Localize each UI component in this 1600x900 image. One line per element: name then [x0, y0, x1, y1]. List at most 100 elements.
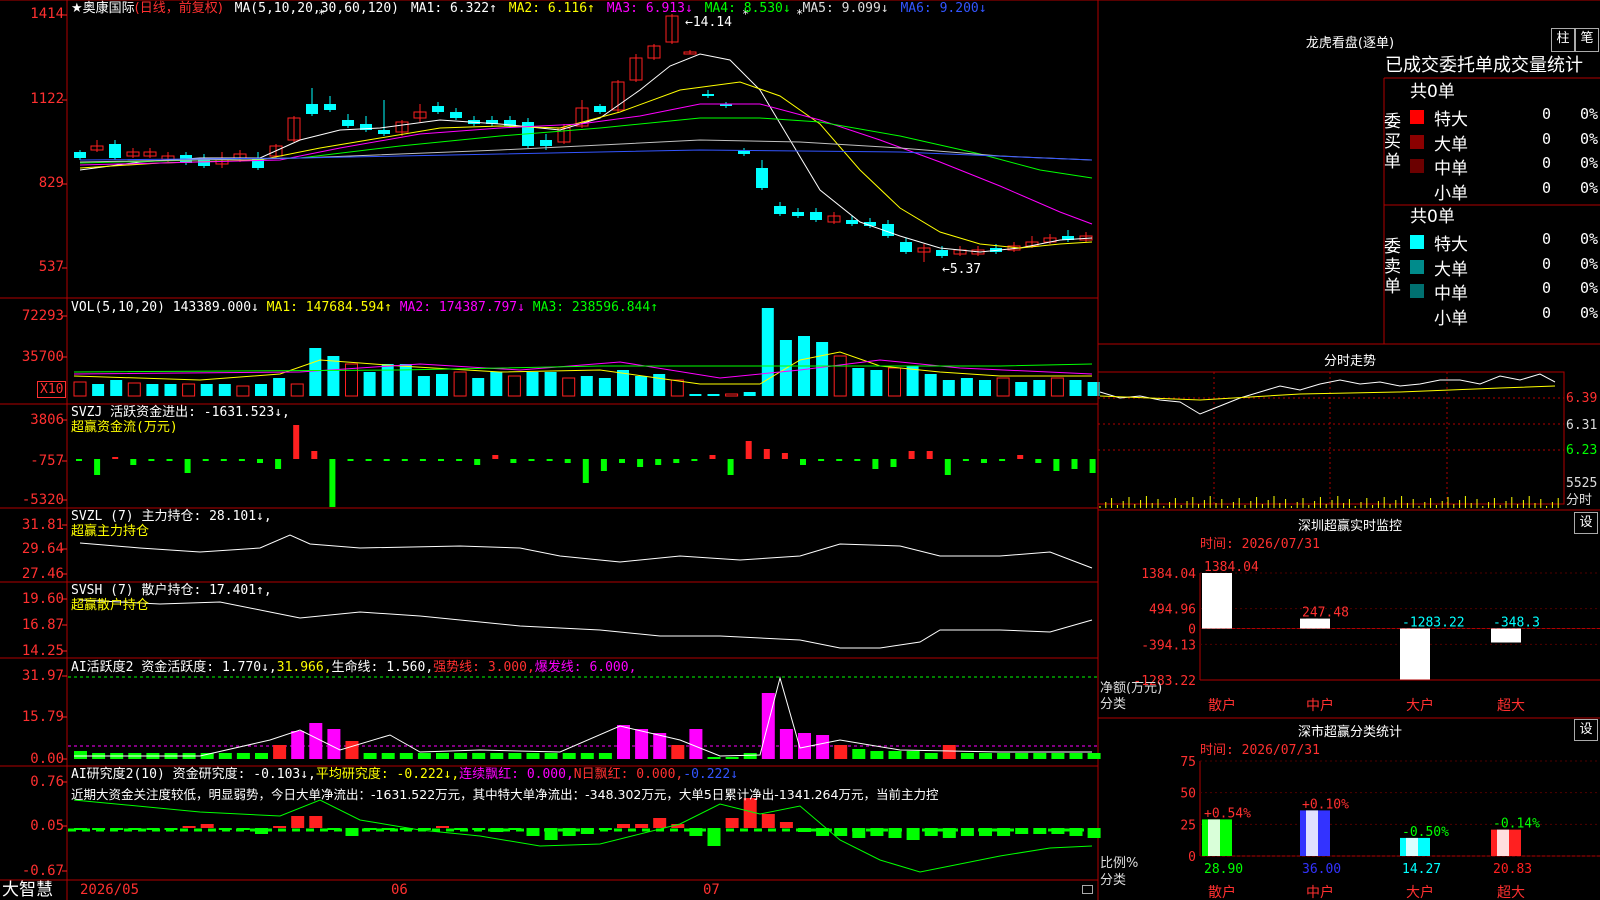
monitor-settings-button[interactable]: 设: [1574, 512, 1598, 534]
kline-chart-area[interactable]: * * *1384.04494.960-394.13-1283.221384.04散…: [0, 0, 1600, 900]
svzl-axis-label: 31.81: [21, 517, 64, 533]
candle-body: [792, 212, 804, 216]
volume-bar: [507, 375, 521, 397]
svsh-axis-label: 19.60: [21, 591, 64, 607]
category-label: 中户: [1306, 884, 1334, 900]
buy-order-color-swatch: [1410, 159, 1424, 173]
capital-flow-bar: [1017, 455, 1024, 459]
research-bar: [200, 824, 214, 828]
classify-x-title: 分类: [1100, 873, 1127, 888]
volume-bar: [1069, 380, 1082, 396]
stock-name[interactable]: ★奥康国际: [71, 1, 135, 16]
research-bar: [490, 828, 504, 832]
ai-activity-secondary: 31.966,: [276, 660, 332, 675]
activity-bar: [743, 753, 757, 759]
activity-bar: [979, 753, 992, 759]
capital-flow-bar: [800, 459, 806, 465]
activity-bar: [779, 729, 793, 759]
price-axis-label: 829: [38, 175, 64, 191]
buy-order-percent: 0%: [1580, 129, 1599, 148]
capital-flow-bar: [709, 455, 716, 459]
capital-flow-bar: [275, 459, 282, 469]
lock-icon[interactable]: [1082, 885, 1093, 894]
category-value-label: -1283.22: [1402, 616, 1465, 631]
capital-flow-bar: [238, 459, 245, 461]
buy-side-label: 委买单: [1384, 112, 1401, 172]
capital-flow-bar: [383, 459, 390, 461]
capital-flow-bar: [818, 459, 825, 461]
research-bar: [653, 818, 667, 828]
research-bar: [544, 828, 558, 840]
price-axis-label: 1414: [30, 6, 64, 22]
volume-bar: [309, 348, 322, 396]
capital-flow-bar: [546, 459, 553, 461]
research-bar: [436, 826, 449, 828]
chart-tick-label: 0: [1188, 623, 1196, 638]
sell-order-count: 0: [1542, 303, 1552, 322]
activity-bar: [834, 745, 848, 759]
volume-bar: [580, 376, 593, 396]
svsh-axis-label: 16.87: [21, 617, 64, 633]
ma1-line: [79, 53, 1093, 253]
activity-bar: [671, 745, 685, 759]
chart-tick-label: -394.13: [1141, 638, 1196, 653]
category-change-label: -0.14%: [1493, 817, 1540, 832]
activity-bar: [74, 751, 87, 759]
research-bar: [454, 828, 468, 830]
research-bar: [924, 828, 938, 836]
ma4-line: [79, 117, 1093, 179]
sell-order-percent: 0%: [1580, 230, 1599, 248]
activity-bar: [1051, 753, 1065, 759]
capital-flow-bar: [745, 441, 752, 459]
research-bar: [309, 816, 323, 828]
activity-bar: [653, 733, 667, 759]
vol-ma3: MA3: 238596.844↑: [532, 300, 659, 315]
category-value-label: 247.48: [1302, 606, 1349, 621]
lhb-tab-header[interactable]: 已成交委托单成交量统计: [1385, 56, 1583, 76]
volume-bar: [598, 378, 611, 396]
capital-flow-bar: [401, 459, 408, 461]
volume-bar: [996, 377, 1010, 397]
capital-flow-bar: [890, 459, 897, 467]
volume-bar: [399, 364, 412, 396]
date-axis-label: 07: [703, 882, 720, 898]
chart-mode[interactable]: (日线，前复权): [135, 1, 223, 16]
volume-bar: [73, 381, 87, 397]
volume-bar: [743, 392, 756, 396]
sell-order-percent: 0%: [1580, 303, 1599, 322]
activity-bar: [888, 751, 902, 759]
capital-flow-bar: [1089, 459, 1096, 473]
main-holding-line: [79, 534, 1093, 569]
category-bar-highlight: [1306, 810, 1318, 856]
volume-bar: [1033, 380, 1046, 396]
research-bar: [852, 828, 866, 838]
buy-order-count: 0: [1542, 154, 1552, 172]
price-axis-label: 537: [38, 259, 64, 275]
activity-bar: [436, 753, 449, 759]
ma-params: MA(5,10,20,30,60,120): [234, 1, 400, 16]
capital-flow-bar: [926, 451, 933, 459]
candle-body: [342, 120, 354, 126]
svsh-axis-label: 14.25: [21, 643, 64, 659]
intraday-mode-label[interactable]: 分时: [1566, 493, 1592, 508]
ai-strong-line-value: 强势线: 3.000,: [433, 660, 535, 675]
high-price-marker: ←14.14: [685, 15, 732, 30]
chart-tick-label: 25: [1180, 818, 1196, 833]
buy-order-name: 特大: [1434, 110, 1468, 130]
candle-body: [74, 152, 86, 158]
bar-view-button[interactable]: 柱: [1551, 28, 1575, 52]
volume-bar: [273, 378, 286, 396]
category-label: 中户: [1306, 697, 1334, 714]
category-label: 超大: [1497, 885, 1525, 900]
volume-bar: [870, 370, 883, 396]
brand-label[interactable]: 大智慧: [2, 880, 53, 900]
chart-tick-label: 0: [1188, 850, 1196, 865]
classify-settings-button[interactable]: 设: [1574, 719, 1598, 741]
svzl-title: SVZL (7) 主力持仓: 28.101↓,: [71, 509, 272, 524]
capital-flow-bar: [854, 459, 861, 461]
volume-bar: [417, 376, 430, 396]
tick-view-button[interactable]: 笔: [1575, 28, 1599, 52]
volume-bar: [110, 380, 123, 396]
research-bar: [906, 828, 920, 840]
ma2-line: [79, 81, 1093, 249]
